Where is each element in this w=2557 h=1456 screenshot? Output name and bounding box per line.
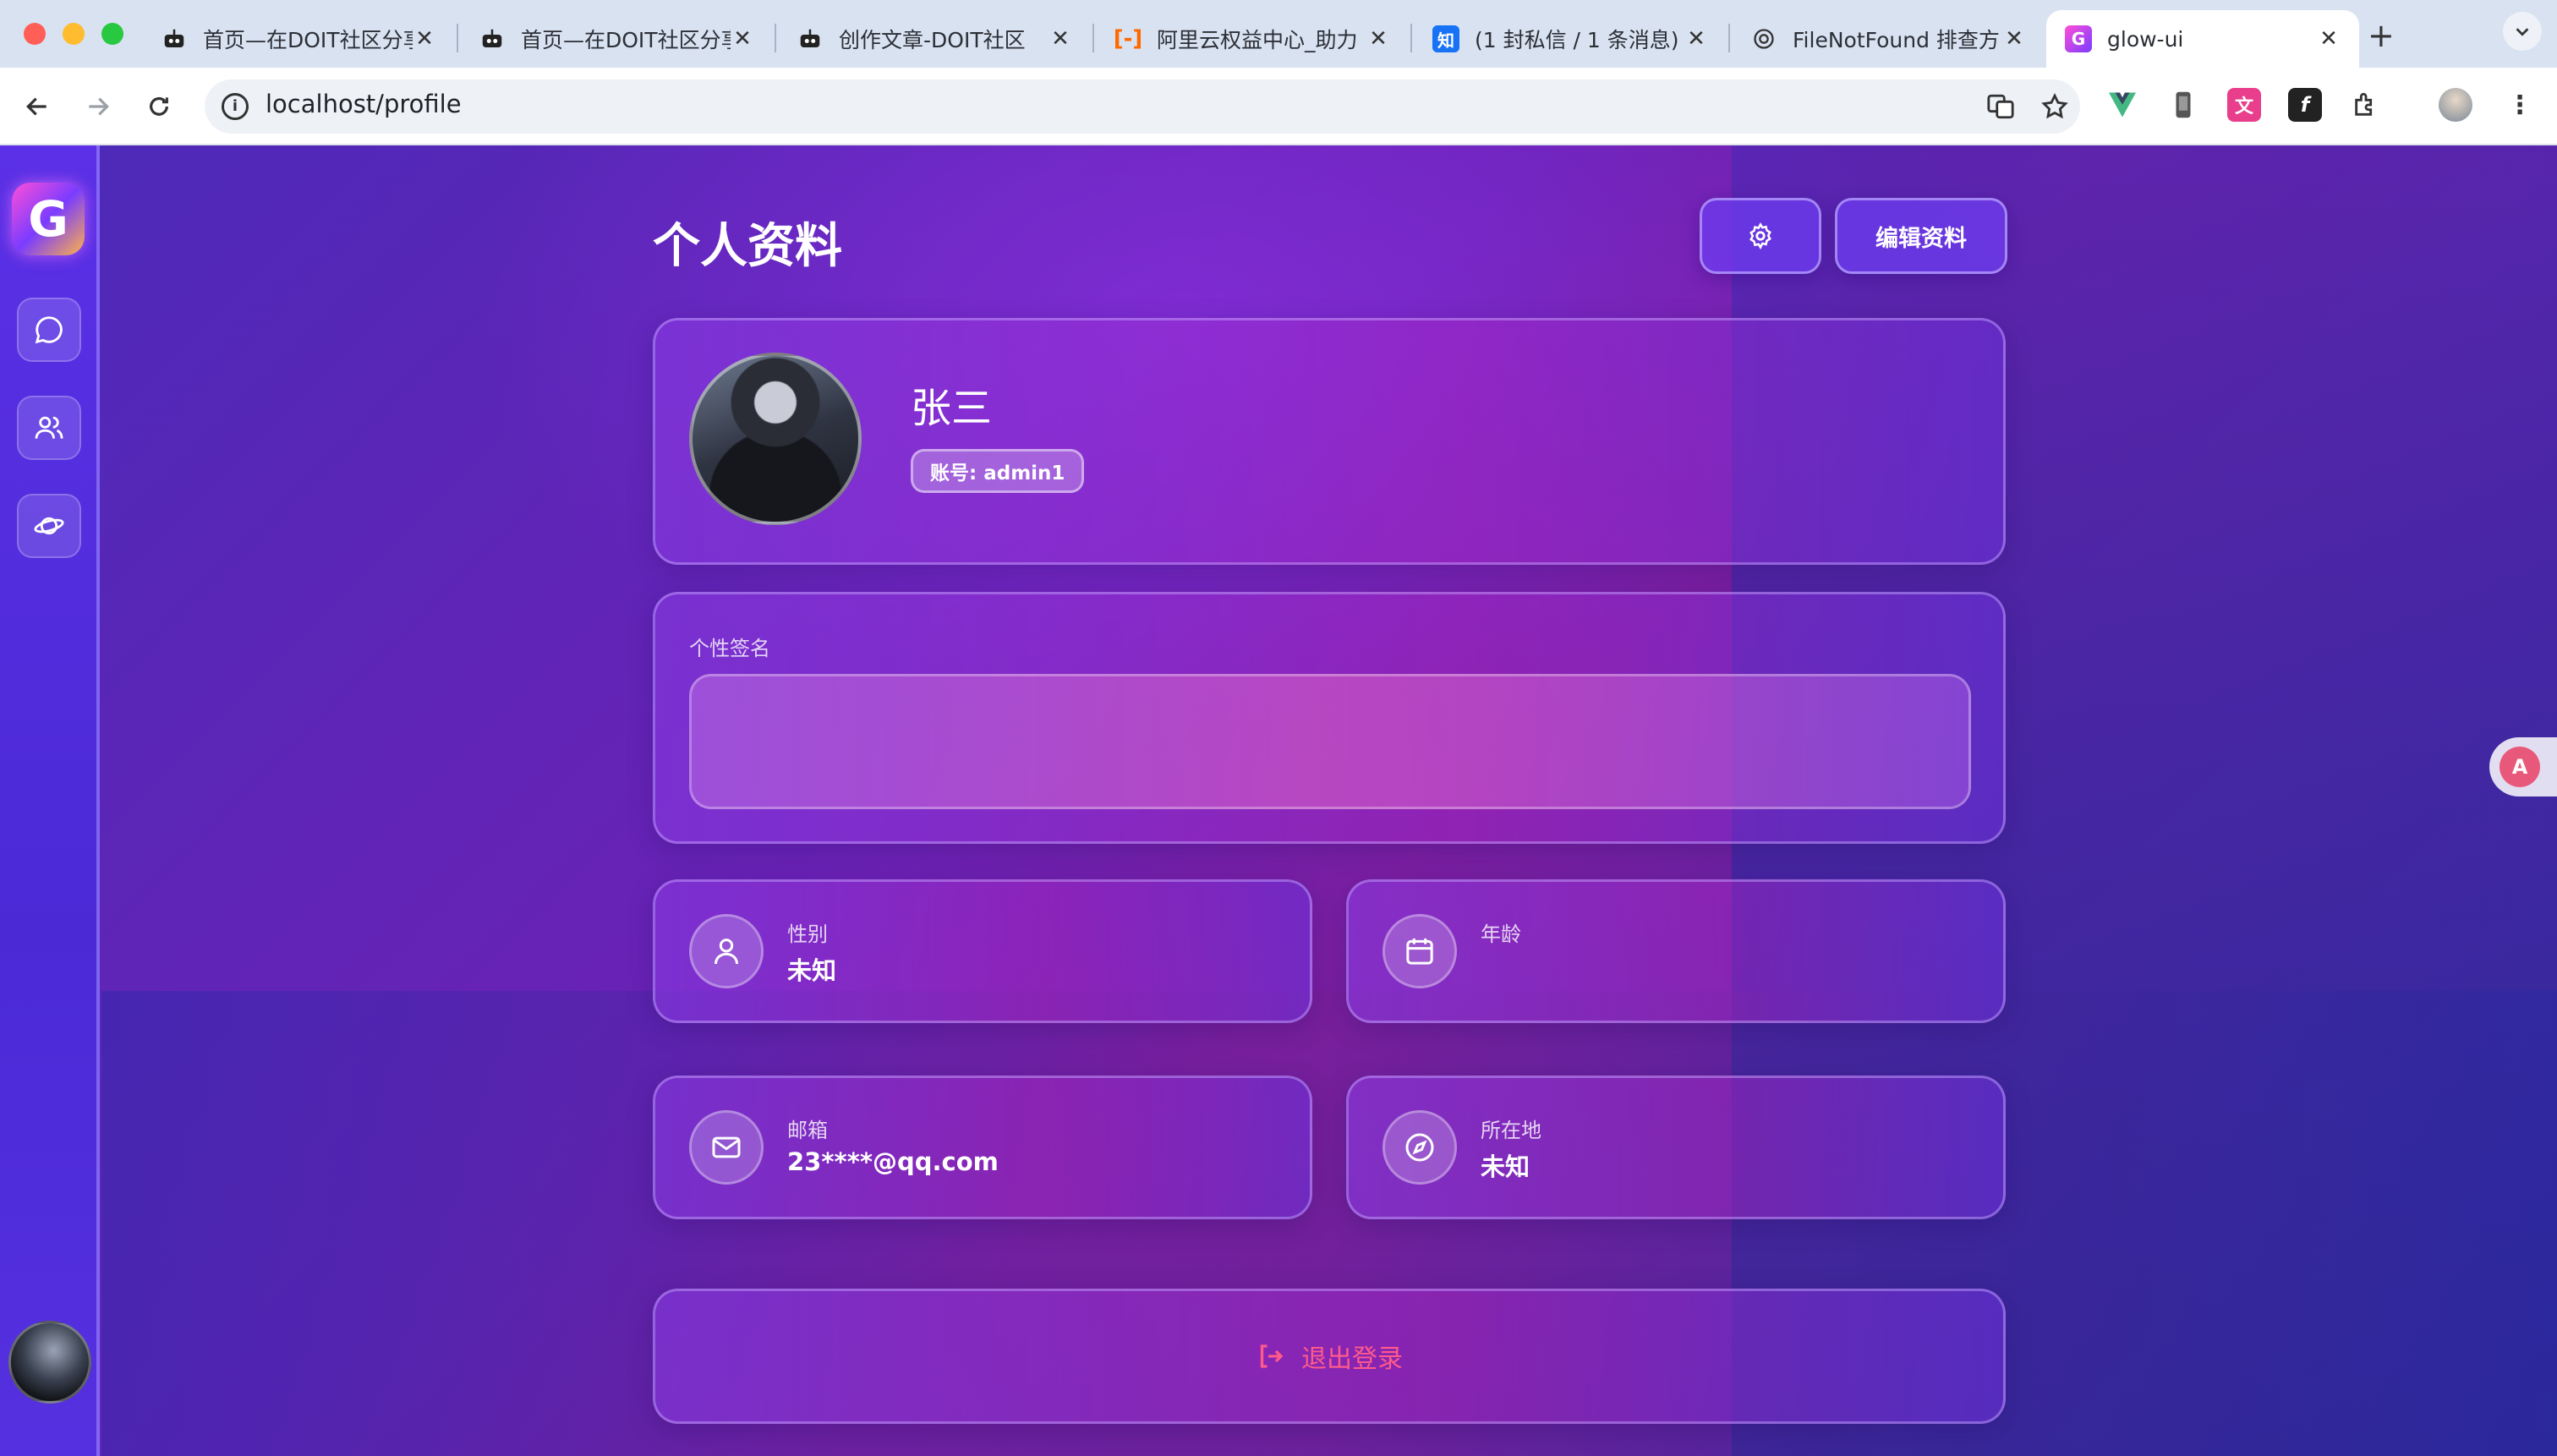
sidebar-item-friends[interactable] (17, 396, 81, 460)
browser-tab[interactable]: FileNotFound 排查方 ✕ (1732, 10, 2045, 68)
maximize-window-button[interactable] (101, 23, 123, 45)
sidebar-item-explore[interactable] (17, 494, 81, 558)
chat-bubble-icon (35, 316, 63, 344)
back-button[interactable] (17, 86, 57, 127)
browser-tab[interactable]: 创作文章-DOIT社区 ✕ (778, 10, 1091, 68)
profile-avatar[interactable] (2439, 88, 2472, 122)
extensions-puzzle-icon[interactable] (2349, 88, 2383, 122)
email-value: 23****@qq.com (787, 1147, 999, 1176)
compass-icon (1383, 1110, 1457, 1185)
gender-card: 性别 未知 (653, 879, 1312, 1023)
tab-title: glow-ui (2107, 26, 2184, 52)
sidebar-user-avatar[interactable] (8, 1321, 91, 1404)
age-card: 年龄 (1346, 879, 2006, 1023)
glow-logo-icon: G (2065, 25, 2092, 52)
translate-icon: A (2500, 747, 2540, 787)
app-viewport: G 个人资料 编辑资料 张三 账号: admin1 个性签名 性别 未知 年龄 … (0, 145, 2557, 1456)
signature-card: 个性签名 (653, 592, 2006, 844)
tab-close-icon[interactable]: ✕ (1049, 26, 1072, 52)
tab-title: 首页—在DOIT社区分享 (521, 28, 731, 52)
chevron-down-icon (2516, 28, 2529, 36)
tab-close-icon[interactable]: ✕ (2002, 26, 2026, 52)
profile-card: 张三 账号: admin1 (653, 318, 2006, 565)
settings-button[interactable] (1700, 198, 1821, 274)
browser-tab[interactable]: 首页—在DOIT社区分享 ✕ (142, 10, 455, 68)
tab-close-icon[interactable]: ✕ (413, 26, 436, 52)
browser-menu-icon[interactable]: ⋮ (2503, 88, 2537, 122)
robot-icon (797, 25, 824, 52)
browser-tab-bar: 首页—在DOIT社区分享 ✕ 首页—在DOIT社区分享 ✕ 创作文章-DOIT社… (0, 0, 2557, 68)
new-tab-button[interactable]: + (2368, 17, 2395, 54)
mail-icon (689, 1110, 764, 1185)
minimize-window-button[interactable] (63, 23, 85, 45)
planet-icon (34, 517, 64, 535)
reload-icon (150, 96, 168, 116)
logout-icon (1260, 1344, 1284, 1368)
tab-title: 首页—在DOIT社区分享 (203, 28, 413, 52)
browser-tab-active[interactable]: G glow-ui ✕ (2046, 10, 2359, 68)
location-label: 所在地 (1481, 1119, 1541, 1142)
browser-tab[interactable]: 知 (1 封私信 / 1 条消息) ✕ (1414, 10, 1727, 68)
tab-close-icon[interactable]: ✕ (1684, 26, 1708, 52)
extension-phone-icon[interactable] (2166, 88, 2200, 122)
user-icon (689, 914, 764, 988)
sidebar: G (0, 145, 100, 1456)
tab-title: FileNotFound 排查方 (1793, 28, 2000, 52)
extension-formula-icon[interactable]: f (2288, 88, 2322, 122)
tab-close-icon[interactable]: ✕ (731, 26, 754, 52)
site-info-icon[interactable]: i (222, 93, 249, 120)
sidebar-item-chat[interactable] (17, 298, 81, 362)
logout-button[interactable]: 退出登录 (653, 1289, 2006, 1424)
avatar[interactable] (689, 353, 862, 525)
calendar-icon (1383, 914, 1457, 988)
arrow-right-icon (89, 97, 109, 116)
app-logo[interactable]: G (12, 183, 85, 255)
signature-field[interactable] (689, 674, 1971, 809)
robot-icon (161, 25, 188, 52)
forward-button[interactable] (78, 86, 118, 127)
gender-value: 未知 (787, 956, 837, 985)
tab-search-button[interactable] (2503, 12, 2542, 51)
bookmark-star-icon[interactable] (2038, 90, 2072, 123)
location-value: 未知 (1481, 1152, 1530, 1181)
users-icon (35, 416, 63, 439)
location-card: 所在地 未知 (1346, 1076, 2006, 1219)
gender-label: 性别 (787, 922, 828, 946)
zhihu-icon: 知 (1432, 25, 1459, 52)
close-window-button[interactable] (24, 23, 46, 45)
translate-icon[interactable] (1984, 90, 2018, 123)
robot-icon (479, 25, 506, 52)
floating-translate-button[interactable]: A (2489, 737, 2557, 796)
user-name: 张三 (911, 385, 993, 432)
page-title: 个人资料 (653, 219, 842, 274)
tab-close-icon[interactable]: ✕ (2317, 26, 2341, 52)
edit-profile-button[interactable]: 编辑资料 (1835, 198, 2007, 274)
tab-title: (1 封私信 / 1 条消息) (1475, 28, 1679, 52)
tab-title: 创作文章-DOIT社区 (839, 28, 1026, 52)
tab-title: 阿里云权益中心_助力 (1157, 28, 1358, 52)
openai-icon (1750, 25, 1777, 52)
email-label: 邮箱 (787, 1119, 828, 1142)
signature-label: 个性签名 (689, 637, 770, 660)
address-bar[interactable]: i localhost/profile (205, 79, 2080, 134)
extension-translate-icon[interactable]: 文 (2227, 88, 2261, 122)
url-text[interactable]: localhost/profile (266, 90, 462, 118)
browser-tab[interactable]: 首页—在DOIT社区分享 ✕ (460, 10, 773, 68)
browser-toolbar: i localhost/profile 文 f ⋮ (0, 68, 2557, 145)
logout-label: 退出登录 (1301, 1344, 1403, 1374)
browser-tab[interactable]: [-] 阿里云权益中心_助力 ✕ (1096, 10, 1409, 68)
aliyun-icon: [-] (1113, 26, 1143, 52)
reload-button[interactable] (139, 86, 179, 127)
account-badge: 账号: admin1 (911, 449, 1085, 493)
vue-devtools-icon[interactable] (2105, 88, 2139, 122)
email-card: 邮箱 23****@qq.com (653, 1076, 1312, 1219)
age-label: 年龄 (1481, 922, 1521, 946)
tab-close-icon[interactable]: ✕ (1366, 26, 1390, 52)
arrow-left-icon (26, 97, 47, 116)
gear-icon (1749, 222, 1771, 250)
